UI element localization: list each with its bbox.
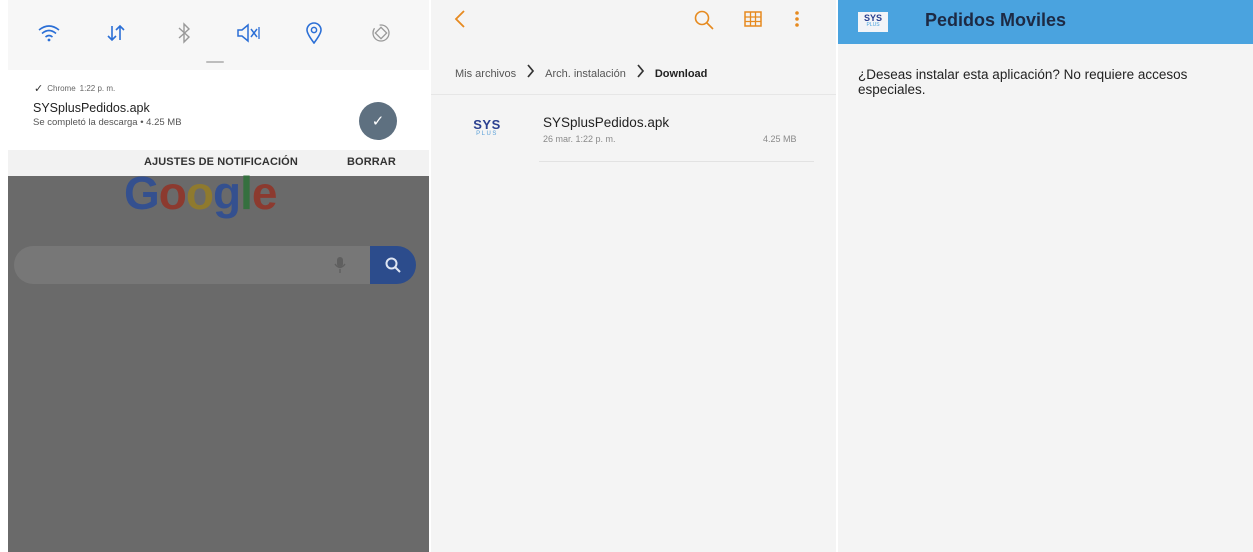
drag-handle[interactable]: [206, 61, 224, 63]
notification-subtitle: Se completó la descarga • 4.25 MB: [33, 117, 182, 128]
install-prompt-text: ¿Deseas instalar esta aplicación? No req…: [858, 67, 1188, 97]
installer-panel: SYS PLUS Pedidos Moviles ¿Deseas instala…: [838, 0, 1253, 552]
notification-panel: ✓ Chrome 1:22 p. m. SYSplusPedidos.apk S…: [8, 0, 429, 552]
data-transfer-icon[interactable]: [103, 20, 129, 46]
breadcrumb-item-install-files[interactable]: Arch. instalación: [545, 68, 626, 80]
chevron-right-icon: [636, 64, 645, 83]
file-size: 4.25 MB: [763, 134, 797, 144]
app-title: Pedidos Moviles: [925, 10, 1067, 30]
app-logo: SYS PLUS: [858, 12, 888, 32]
google-logo: Google: [124, 167, 277, 219]
more-options-icon[interactable]: [793, 9, 801, 35]
download-check-icon: ✓: [371, 113, 385, 130]
grid-view-icon[interactable]: [743, 9, 763, 35]
clear-notification-button[interactable]: BORRAR: [347, 156, 396, 168]
file-date: 26 mar. 1:22 p. m.: [543, 134, 616, 144]
search-button[interactable]: [370, 246, 416, 284]
search-icon: [385, 257, 401, 273]
file-name: SYSplusPedidos.apk: [543, 115, 670, 130]
wifi-icon[interactable]: [36, 20, 62, 46]
notification-title: SYSplusPedidos.apk: [33, 101, 150, 115]
quick-settings-bar: [8, 0, 429, 70]
download-notification[interactable]: ✓ Chrome 1:22 p. m. SYSplusPedidos.apk S…: [8, 70, 429, 176]
google-search-input[interactable]: [14, 246, 372, 284]
file-app-icon: SYS PLUS: [473, 117, 501, 137]
chevron-right-icon: [526, 64, 535, 83]
bluetooth-icon[interactable]: [171, 20, 197, 46]
list-divider: [539, 161, 814, 162]
back-arrow-icon[interactable]: [453, 8, 467, 36]
notification-time: 1:22 p. m.: [79, 84, 116, 93]
search-icon[interactable]: [693, 9, 715, 37]
location-icon[interactable]: [301, 20, 327, 46]
file-manager-panel: Mis archivos Arch. instalación Download …: [431, 0, 836, 552]
divider: [431, 94, 836, 95]
notification-header: ✓ Chrome 1:22 p. m.: [34, 82, 115, 95]
app-bar: SYS PLUS Pedidos Moviles: [838, 0, 1253, 44]
toolbar: [431, 0, 836, 48]
download-complete-icon: ✓: [34, 83, 44, 95]
auto-rotate-icon[interactable]: [368, 20, 394, 46]
open-download-button[interactable]: ✓: [359, 102, 397, 140]
breadcrumb-item-download[interactable]: Download: [655, 68, 708, 80]
breadcrumb: Mis archivos Arch. instalación Download: [455, 64, 707, 83]
sound-muted-icon[interactable]: [236, 20, 262, 46]
notification-app-name: Chrome: [47, 84, 76, 93]
breadcrumb-item-my-files[interactable]: Mis archivos: [455, 68, 516, 80]
microphone-icon[interactable]: [333, 255, 347, 275]
